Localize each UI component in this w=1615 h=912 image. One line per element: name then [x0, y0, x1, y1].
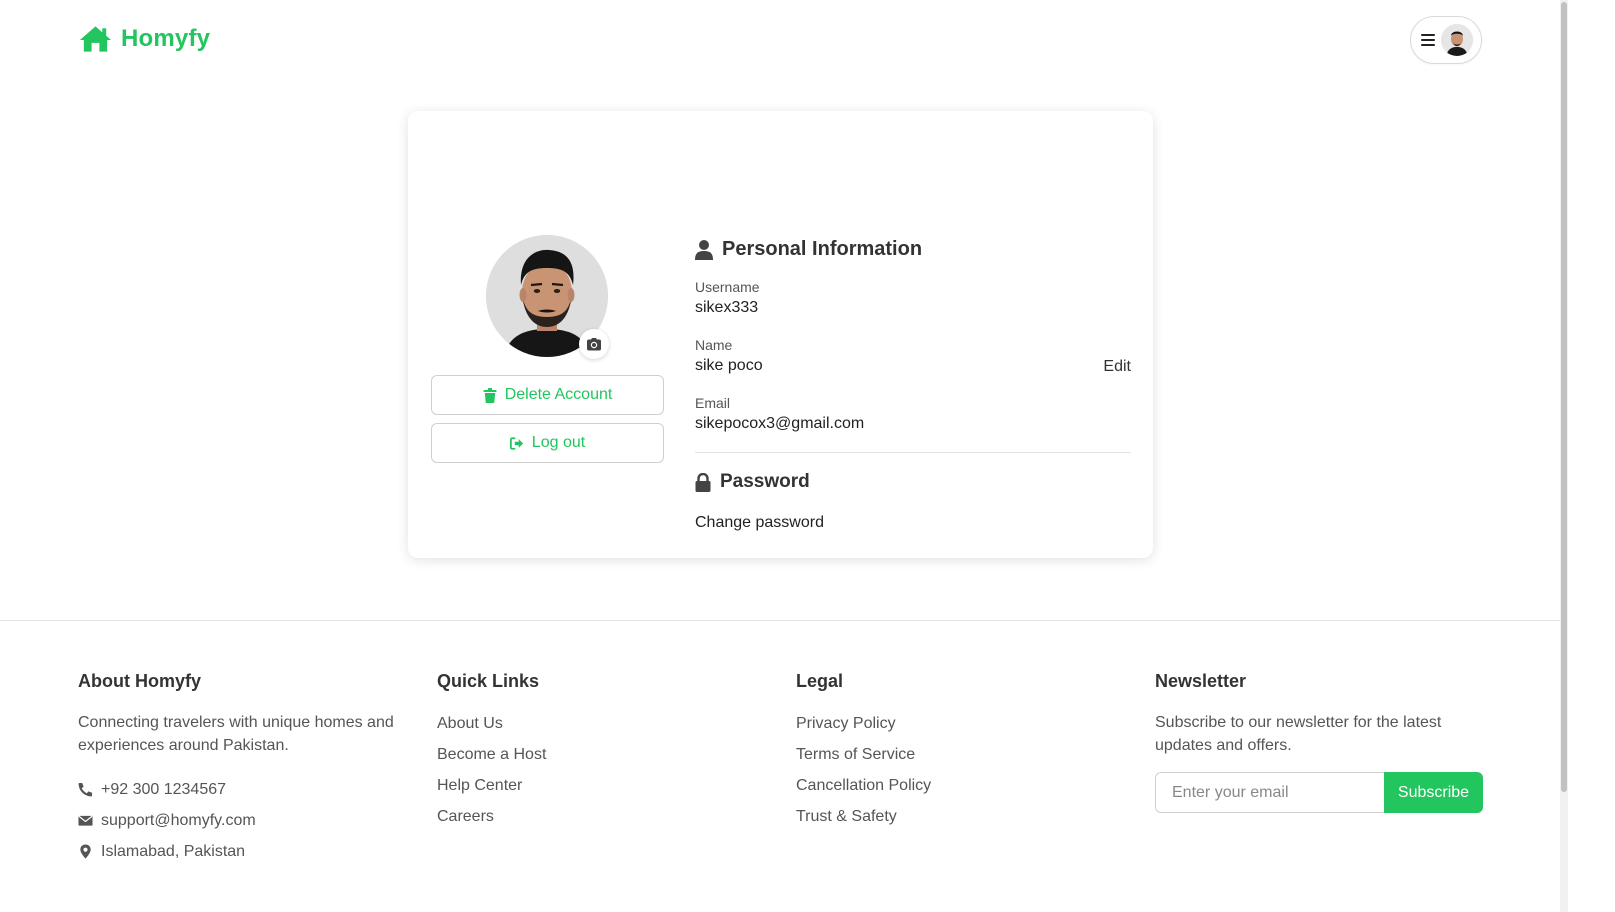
edit-name-button[interactable]: Edit [1103, 358, 1131, 376]
username-field: Username sikex333 [695, 279, 1131, 317]
footer-link-privacy[interactable]: Privacy Policy [796, 714, 1096, 745]
footer-link-trust-safety[interactable]: Trust & Safety [796, 807, 1096, 838]
footer-about-title: About Homyfy [78, 671, 201, 691]
phone-icon [78, 782, 93, 797]
logo-text: Homyfy [121, 25, 211, 52]
contact-location: Islamabad, Pakistan [78, 836, 408, 867]
footer-quick-links-title: Quick Links [437, 671, 540, 691]
email-label: Email [695, 395, 731, 411]
footer-link-help-center[interactable]: Help Center [437, 776, 737, 807]
footer-link-terms[interactable]: Terms of Service [796, 745, 1096, 776]
delete-account-button[interactable]: Delete Account [431, 375, 664, 415]
footer-legal-title: Legal [796, 671, 844, 691]
footer-link-careers[interactable]: Careers [437, 807, 737, 838]
email-value: sikepocox3@gmail.com [695, 415, 865, 432]
email-field: Email sikepocox3@gmail.com [695, 395, 1131, 433]
footer-link-become-host[interactable]: Become a Host [437, 745, 737, 776]
name-field: Name sike poco Edit [695, 337, 1131, 375]
contact-phone: +92 300 1234567 [78, 774, 408, 805]
lock-icon [695, 472, 711, 492]
name-label: Name [695, 337, 733, 353]
footer-newsletter: Newsletter Subscribe to our newsletter f… [1155, 671, 1485, 821]
scrollbar-thumb[interactable] [1561, 2, 1567, 792]
footer-link-cancellation[interactable]: Cancellation Policy [796, 776, 1096, 807]
footer-legal: Legal Privacy Policy Terms of Service Ca… [796, 671, 1096, 838]
profile-card: Delete Account Log out Personal Informat… [408, 111, 1153, 558]
map-marker-icon [78, 844, 93, 859]
trash-icon [483, 387, 497, 403]
delete-account-label: Delete Account [504, 386, 613, 403]
subscribe-button[interactable]: Subscribe [1384, 772, 1483, 813]
password-title: Password [695, 471, 810, 493]
contact-list: +92 300 1234567 support@homyfy.com Islam… [78, 774, 408, 867]
hamburger-icon [1421, 34, 1435, 46]
user-icon [695, 239, 713, 260]
footer-newsletter-title: Newsletter [1155, 671, 1247, 691]
contact-email: support@homyfy.com [78, 805, 408, 836]
username-value: sikex333 [695, 299, 759, 316]
footer-quick-links: Quick Links About Us Become a Host Help … [437, 671, 737, 838]
footer-newsletter-description: Subscribe to our newsletter for the late… [1155, 714, 1442, 754]
change-photo-button[interactable] [579, 329, 609, 359]
logout-button[interactable]: Log out [431, 423, 664, 463]
section-divider [695, 452, 1131, 453]
footer-about-description: Connecting travelers with unique homes a… [78, 714, 394, 754]
envelope-icon [78, 813, 93, 828]
header: Homyfy [0, 0, 1560, 80]
avatar [1441, 24, 1473, 56]
name-value: sike poco [695, 357, 763, 374]
username-label: Username [695, 279, 760, 295]
newsletter-email-input[interactable] [1155, 772, 1384, 813]
camera-icon [586, 337, 602, 351]
logo[interactable]: Homyfy [78, 24, 210, 54]
personal-info-title: Personal Information [695, 238, 922, 261]
house-icon [78, 24, 113, 54]
newsletter-form: Subscribe [1155, 772, 1483, 813]
change-password-link[interactable]: Change password [695, 514, 824, 532]
sign-out-icon [509, 436, 524, 451]
logout-label: Log out [531, 434, 586, 451]
footer-link-about-us[interactable]: About Us [437, 714, 737, 745]
user-menu-button[interactable] [1410, 16, 1482, 64]
footer-divider [0, 620, 1560, 621]
footer-about: About Homyfy Connecting travelers with u… [78, 671, 408, 867]
